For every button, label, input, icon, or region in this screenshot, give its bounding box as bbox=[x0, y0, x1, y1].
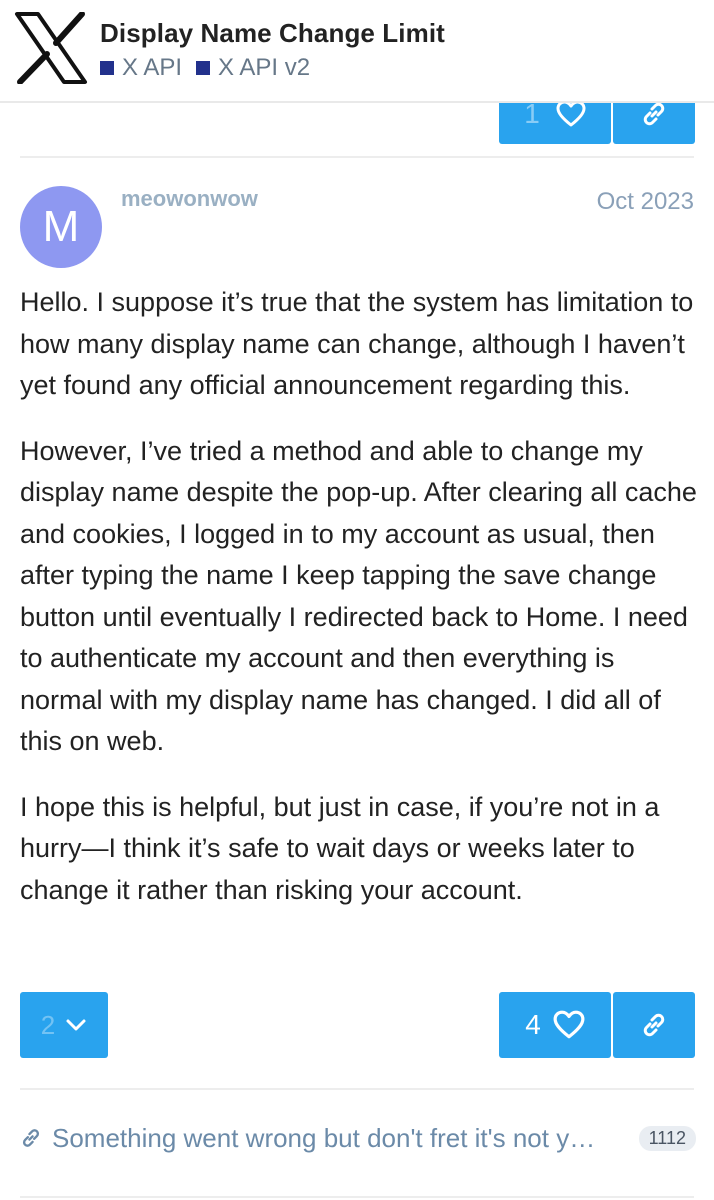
like-button[interactable]: 4 bbox=[499, 992, 611, 1058]
topic-title[interactable]: Display Name Change Limit bbox=[100, 18, 445, 49]
post-actions-group: 4 bbox=[499, 992, 695, 1058]
heart-icon bbox=[556, 100, 586, 127]
post-body: Hello. I suppose it’s true that the syst… bbox=[20, 282, 700, 935]
category-label: X API bbox=[122, 54, 183, 81]
topic-link-item[interactable]: Something went wrong but don't fret it's… bbox=[20, 1118, 696, 1158]
share-link-button[interactable] bbox=[613, 992, 695, 1058]
section-divider bbox=[20, 1088, 694, 1090]
category-x-api[interactable]: X API bbox=[100, 54, 182, 82]
category-label: X API v2 bbox=[218, 54, 311, 81]
header-divider bbox=[0, 101, 714, 103]
topic-link-title[interactable]: Something went wrong but don't fret it's… bbox=[52, 1123, 625, 1154]
post-paragraph: However, I’ve tried a method and able to… bbox=[20, 435, 697, 757]
bottom-divider bbox=[20, 1196, 694, 1198]
avatar[interactable]: M bbox=[20, 186, 102, 268]
category-x-api-v2[interactable]: X API v2 bbox=[196, 54, 310, 82]
x-logo-icon[interactable] bbox=[14, 12, 88, 84]
link-icon bbox=[643, 1013, 665, 1037]
post-paragraph: I hope this is helpful, but just in case… bbox=[20, 791, 660, 905]
show-replies-button[interactable]: 2 bbox=[20, 992, 108, 1058]
post-paragraph: Hello. I suppose it’s true that the syst… bbox=[20, 287, 694, 400]
topic-header: Display Name Change Limit X API X API v2 bbox=[0, 0, 714, 101]
link-icon bbox=[22, 1129, 40, 1147]
link-icon bbox=[643, 102, 665, 126]
category-color-square bbox=[100, 61, 114, 75]
post-date[interactable]: Oct 2023 bbox=[597, 188, 694, 216]
category-breadcrumbs: X API X API v2 bbox=[100, 54, 310, 82]
post-divider bbox=[20, 156, 694, 158]
post-username[interactable]: meowonwow bbox=[121, 186, 258, 212]
chevron-down-icon bbox=[66, 1019, 86, 1031]
link-click-count-badge: 1112 bbox=[638, 1125, 696, 1151]
heart-icon bbox=[553, 1010, 585, 1039]
replies-count: 2 bbox=[40, 1009, 56, 1040]
category-color-square bbox=[196, 61, 211, 75]
like-count: 4 bbox=[525, 1009, 541, 1040]
